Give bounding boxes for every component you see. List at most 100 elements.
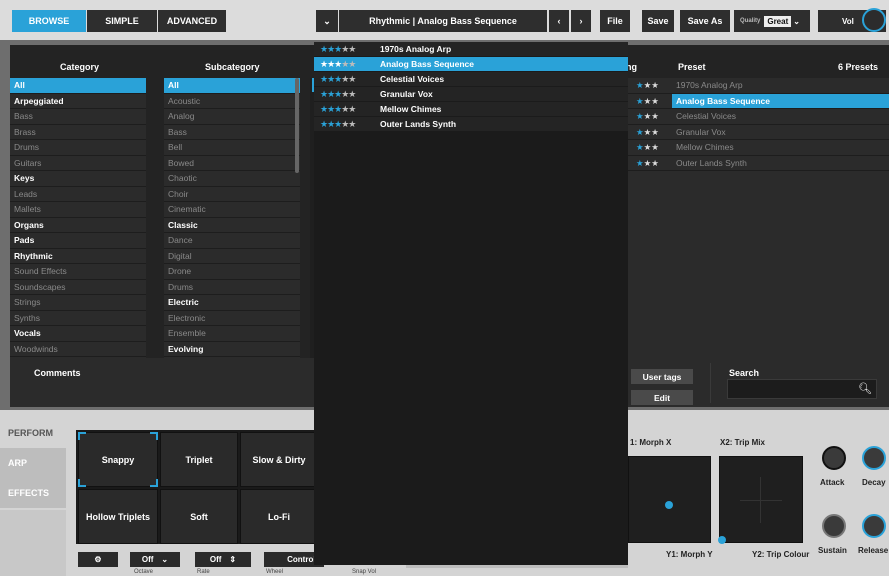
category-list-item[interactable]: Mallets bbox=[10, 202, 146, 218]
preset-list-item[interactable]: Celestial Voices bbox=[672, 109, 889, 125]
rating-stars[interactable]: ★★★★★ bbox=[314, 57, 380, 71]
decay-knob[interactable] bbox=[862, 446, 886, 470]
previous-preset-button[interactable]: ‹ bbox=[549, 10, 569, 32]
user-tags-button[interactable]: User tags bbox=[631, 369, 693, 384]
side-tab-effects[interactable]: EFFECTS bbox=[0, 478, 66, 508]
preset-list-item[interactable]: 1970s Analog Arp bbox=[672, 78, 889, 94]
save-as-button[interactable]: Save As bbox=[680, 10, 730, 32]
subcategory-list-item[interactable]: All bbox=[164, 78, 300, 94]
dropdown-preset-item[interactable]: ★★★★★ Mellow Chimes bbox=[314, 102, 628, 117]
category-list-item[interactable]: All bbox=[10, 78, 146, 94]
rating-stars[interactable]: ★★★★★ bbox=[314, 102, 380, 116]
dropdown-preset-item[interactable]: ★★★★★ Analog Bass Sequence bbox=[314, 57, 628, 72]
side-tab-arp[interactable]: ARP bbox=[0, 448, 66, 478]
dropdown-preset-item[interactable]: ★★★★★ Outer Lands Synth bbox=[314, 117, 628, 132]
volume-control[interactable]: Vol bbox=[818, 8, 886, 32]
xy-pad-2-handle[interactable] bbox=[718, 536, 726, 544]
dropdown-preset-label: Granular Vox bbox=[380, 89, 433, 99]
subcategory-list-item[interactable]: Bell bbox=[164, 140, 300, 156]
attack-knob[interactable] bbox=[822, 446, 846, 470]
rating-stars[interactable]: ★★★★★ bbox=[314, 42, 380, 56]
volume-knob[interactable] bbox=[862, 8, 886, 32]
subcategory-list-item[interactable]: Electric bbox=[164, 295, 300, 311]
category-list-item[interactable]: Brass bbox=[10, 125, 146, 140]
subcategory-list-item[interactable]: Analog bbox=[164, 109, 300, 125]
dropdown-preset-item[interactable]: ★★★★★ 1970s Analog Arp bbox=[314, 42, 628, 57]
rating-stars[interactable]: ★★★★★ bbox=[314, 87, 380, 101]
subcategory-list-item[interactable]: Chaotic bbox=[164, 171, 300, 187]
subcategory-list-item[interactable]: Choir bbox=[164, 187, 300, 202]
release-knob[interactable] bbox=[862, 514, 886, 538]
preset-menu-button[interactable]: ⌄ bbox=[316, 10, 338, 32]
tab-browse[interactable]: BROWSE bbox=[12, 10, 86, 32]
file-button[interactable]: File bbox=[600, 10, 630, 32]
pad-snappy[interactable]: Snappy bbox=[78, 432, 158, 487]
category-list-item[interactable]: Organs bbox=[10, 218, 146, 233]
category-list-item[interactable]: Vocals bbox=[10, 326, 146, 342]
dropdown-preset-item[interactable]: ★★★★★ Celestial Voices bbox=[314, 72, 628, 87]
category-list-item[interactable]: Guitars bbox=[10, 156, 146, 171]
pad-slow-dirty[interactable]: Slow & Dirty bbox=[240, 432, 318, 487]
category-list-item[interactable]: Pads bbox=[10, 233, 146, 249]
preset-list-item[interactable]: Mellow Chimes bbox=[672, 140, 889, 156]
rating-stars[interactable]: ★★★★★ bbox=[314, 117, 380, 131]
sustain-knob[interactable] bbox=[822, 514, 846, 538]
subcategory-list-item[interactable]: Bass bbox=[164, 125, 300, 140]
category-list-item[interactable]: Bass bbox=[10, 109, 146, 125]
search-input[interactable] bbox=[728, 381, 853, 400]
category-list-item[interactable]: Strings bbox=[10, 295, 146, 311]
category-list-item[interactable]: Leads bbox=[10, 187, 146, 202]
search-icon[interactable]: 🔍︎ bbox=[858, 382, 872, 395]
category-list-item[interactable]: Drums bbox=[10, 140, 146, 156]
edit-tags-button[interactable]: Edit bbox=[631, 390, 693, 405]
subcategory-list-item[interactable]: Bowed bbox=[164, 156, 300, 171]
xy-pad-2[interactable] bbox=[718, 456, 803, 544]
xy-pad-1[interactable] bbox=[628, 456, 711, 543]
rating-stars[interactable]: ★★★ bbox=[628, 125, 672, 140]
category-list-item[interactable]: Rhythmic bbox=[10, 249, 146, 264]
rating-stars[interactable]: ★★★★★ bbox=[314, 72, 380, 86]
category-list-item[interactable]: Woodwinds bbox=[10, 342, 146, 357]
subcategory-list-item[interactable]: Acoustic bbox=[164, 94, 300, 109]
category-list-item[interactable]: Synths bbox=[10, 311, 146, 326]
subcategory-list-item[interactable]: Digital bbox=[164, 249, 300, 264]
side-tab-perform[interactable]: PERFORM bbox=[0, 428, 66, 438]
subcategory-list-item[interactable]: Ensemble bbox=[164, 326, 300, 342]
rating-stars[interactable]: ★★★ bbox=[628, 140, 672, 156]
category-list-item[interactable]: Arpeggiated bbox=[10, 94, 146, 109]
rating-stars[interactable]: ★★★ bbox=[628, 156, 672, 171]
tab-advanced[interactable]: ADVANCED bbox=[158, 10, 226, 32]
pad-hollow-triplets[interactable]: Hollow Triplets bbox=[78, 489, 158, 544]
subcategory-list-item[interactable]: Electronic bbox=[164, 311, 300, 326]
subcategory-list-item[interactable]: Drone bbox=[164, 264, 300, 280]
category-list-item[interactable]: Keys bbox=[10, 171, 146, 187]
rating-stars[interactable]: ★★★ bbox=[628, 78, 672, 94]
quality-selector[interactable]: Quality Great ⌄ bbox=[734, 10, 810, 32]
pad-triplet[interactable]: Triplet bbox=[160, 432, 238, 487]
preset-list-item[interactable]: Outer Lands Synth bbox=[672, 156, 889, 171]
preset-list-item[interactable]: Analog Bass Sequence bbox=[672, 93, 889, 109]
xy-pad-1-handle[interactable] bbox=[665, 501, 673, 509]
pad-soft[interactable]: Soft bbox=[160, 489, 238, 544]
rate-selector[interactable]: Off ⇕ bbox=[195, 552, 251, 567]
settings-button[interactable]: ⚙ bbox=[78, 552, 118, 567]
category-list-item[interactable]: Soundscapes bbox=[10, 280, 146, 295]
octave-selector[interactable]: Off ⌄ bbox=[130, 552, 180, 567]
search-field[interactable]: 🔍︎ bbox=[727, 379, 877, 400]
subcategory-list-item[interactable]: Evolving bbox=[164, 342, 300, 357]
dropdown-preset-item[interactable]: ★★★★★ Granular Vox bbox=[314, 87, 628, 102]
next-preset-button[interactable]: › bbox=[571, 10, 591, 32]
category-list-item[interactable]: Sound Effects bbox=[10, 264, 146, 280]
subcategory-list-item[interactable]: Classic bbox=[164, 218, 300, 233]
tab-simple[interactable]: SIMPLE bbox=[87, 10, 157, 32]
preset-list-item[interactable]: Granular Vox bbox=[672, 125, 889, 140]
save-button[interactable]: Save bbox=[642, 10, 674, 32]
rating-stars[interactable]: ★★★ bbox=[628, 109, 672, 125]
subcategory-scrollbar[interactable] bbox=[295, 78, 299, 173]
preset-path-display[interactable]: Rhythmic | Analog Bass Sequence bbox=[339, 10, 547, 32]
rating-stars[interactable]: ★★★ bbox=[628, 94, 672, 109]
pad-lo-fi[interactable]: Lo-Fi bbox=[240, 489, 318, 544]
subcategory-list-item[interactable]: Cinematic bbox=[164, 202, 300, 218]
subcategory-list-item[interactable]: Dance bbox=[164, 233, 300, 249]
subcategory-list-item[interactable]: Drums bbox=[164, 280, 300, 295]
